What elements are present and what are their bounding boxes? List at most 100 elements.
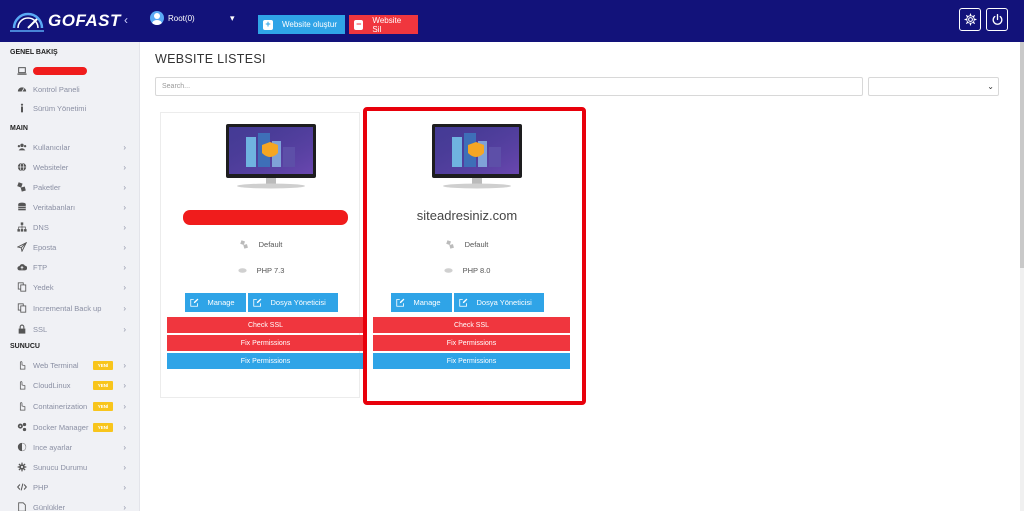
- code-icon: [16, 482, 27, 493]
- website-card: Default PHP 7.3 Manage Dosya Yöneticisi …: [160, 112, 364, 398]
- package-info: Default: [161, 240, 361, 249]
- user-menu-caret-icon[interactable]: ▾: [230, 13, 235, 24]
- sidebar-item-web-terminal[interactable]: Web Terminal YENİ ›: [16, 357, 126, 373]
- sidebar-item-cloudlinux[interactable]: CloudLinux YENİ ›: [16, 377, 126, 393]
- sidebar-item-label: Websiteler: [33, 162, 69, 172]
- database-icon: [16, 202, 27, 213]
- sidebar-item-kontrol-paneli[interactable]: Kontrol Paneli: [16, 81, 126, 97]
- sidebar-item-kullanicilar[interactable]: Kullanıcılar ›: [16, 139, 126, 155]
- sidebar-item-label: Eposta: [33, 242, 57, 252]
- sidebar-item-php[interactable]: PHP ›: [16, 479, 126, 495]
- user-menu[interactable]: Root(0): [150, 11, 195, 25]
- gear-icon: [963, 13, 977, 26]
- top-navbar: GOFAST ‹ Root(0) ▾ + Website oluştur − W…: [0, 0, 1024, 42]
- chevron-right-icon: ›: [123, 462, 126, 472]
- globe-icon: [16, 162, 27, 173]
- fix-permissions-button[interactable]: Fix Permissions: [167, 353, 364, 369]
- logout-button[interactable]: [986, 8, 1008, 31]
- users-icon: [16, 142, 27, 153]
- dashboard-icon: [16, 84, 27, 95]
- check-ssl-button[interactable]: Check SSL: [167, 317, 364, 333]
- chevron-right-icon: ›: [123, 502, 126, 511]
- sidebar-item-account[interactable]: [16, 63, 126, 79]
- pointer-icon: [16, 401, 27, 412]
- brand-name: GOFAST: [48, 11, 121, 30]
- sidebar-item-containerization[interactable]: Containerization YENİ ›: [16, 398, 126, 414]
- sidebar-item-paketler[interactable]: Paketler ›: [16, 179, 126, 195]
- settings-button[interactable]: [959, 8, 981, 31]
- chevron-right-icon: ›: [123, 380, 126, 390]
- user-name: Root(0): [168, 13, 195, 23]
- new-badge: YENİ: [93, 360, 113, 370]
- sidebar-item-label: Docker Manager: [33, 422, 89, 432]
- sidebar-item-label: Containerization: [33, 401, 88, 411]
- lock-icon: [16, 324, 27, 335]
- filter-select[interactable]: ⌄: [868, 77, 999, 96]
- file-manager-button[interactable]: Dosya Yöneticisi: [247, 293, 338, 312]
- chevron-right-icon: ›: [123, 162, 126, 172]
- php-info: PHP 7.3: [161, 266, 361, 275]
- chevron-right-icon: ›: [123, 222, 126, 232]
- sidebar-item-ftp[interactable]: FTP ›: [16, 259, 126, 275]
- sidebar-item-label: Web Terminal: [33, 360, 79, 370]
- delete-website-button[interactable]: − Website Sil: [349, 15, 418, 34]
- sidebar-item-label: Incremental Back up: [33, 303, 102, 313]
- cog-icon: [16, 462, 27, 473]
- adjust-icon: [16, 442, 27, 453]
- chevron-right-icon: ›: [123, 324, 126, 334]
- sidebar-item-dns[interactable]: DNS ›: [16, 219, 126, 235]
- copy-icon: [16, 282, 27, 293]
- plus-square-icon: +: [263, 19, 273, 30]
- page-scrollbar-thumb[interactable]: [1020, 42, 1024, 268]
- chevron-right-icon: ›: [123, 262, 126, 272]
- create-website-button[interactable]: + Website oluştur: [258, 15, 345, 34]
- sidebar-item-yedek[interactable]: Yedek ›: [16, 279, 126, 295]
- sidebar-item-websiteler[interactable]: Websiteler ›: [16, 159, 126, 175]
- sidebar-item-label: Kontrol Paneli: [33, 84, 80, 94]
- info-icon: [16, 103, 27, 114]
- main-content: WEBSITE LISTESI Search... ⌄ Default PHP …: [140, 42, 1020, 511]
- chevron-right-icon: ›: [123, 282, 126, 292]
- fix-permissions-button[interactable]: Fix Permissions: [167, 335, 364, 351]
- sidebar-item-label: DNS: [33, 222, 49, 232]
- chevron-right-icon: ›: [123, 442, 126, 452]
- brand-logo[interactable]: GOFAST: [10, 9, 128, 33]
- sidebar-collapse-button[interactable]: ‹: [124, 13, 128, 27]
- search-input[interactable]: Search...: [155, 77, 863, 96]
- monitor-illustration-icon: [226, 124, 316, 189]
- sidebar-item-label: Veritabanları: [33, 202, 76, 212]
- file-manager-label: Dosya Yöneticisi: [270, 298, 326, 307]
- power-icon: [992, 13, 1002, 25]
- sidebar-item-label: Sürüm Yönetimi: [33, 103, 87, 113]
- pointer-icon: [16, 360, 27, 371]
- sidebar-item-sunucu-durumu[interactable]: Sunucu Durumu ›: [16, 459, 126, 475]
- chevron-right-icon: ›: [123, 202, 126, 212]
- speedometer-logo-icon: [10, 12, 44, 32]
- chevron-right-icon: ›: [123, 401, 126, 411]
- cogs-icon: [16, 422, 27, 433]
- sidebar-item-label: Ince ayarlar: [33, 442, 73, 452]
- manage-button[interactable]: Manage: [184, 293, 246, 312]
- chevron-right-icon: ›: [123, 422, 126, 432]
- sidebar-item-label: PHP: [33, 482, 49, 492]
- highlight-annotation-frame: [363, 107, 586, 405]
- sidebar-item-ssl[interactable]: SSL ›: [16, 321, 126, 337]
- cloud-upload-icon: [16, 262, 27, 273]
- sidebar-item-label: Paketler: [33, 182, 61, 192]
- sidebar-item-label: Kullanıcılar: [33, 142, 71, 152]
- sidebar-item-label: Sunucu Durumu: [33, 462, 88, 472]
- sidebar-item-docker-manager[interactable]: Docker Manager YENİ ›: [16, 419, 126, 435]
- paper-plane-icon: [16, 242, 27, 253]
- section-main: MAIN: [10, 125, 28, 132]
- redacted-username: [33, 67, 87, 75]
- user-avatar-icon: [150, 11, 164, 25]
- sidebar-item-gunlukler[interactable]: Günlükler ›: [16, 499, 126, 511]
- sidebar-item-eposta[interactable]: Eposta ›: [16, 239, 126, 255]
- sidebar-item-ince-ayarlar[interactable]: Ince ayarlar ›: [16, 439, 126, 455]
- sidebar-item-label: SSL: [33, 324, 48, 334]
- chevron-right-icon: ›: [123, 360, 126, 370]
- sidebar-item-incremental-backup[interactable]: Incremental Back up ›: [16, 300, 126, 316]
- sidebar-item-veritabanlari[interactable]: Veritabanları ›: [16, 199, 126, 215]
- page-title: WEBSITE LISTESI: [155, 52, 266, 66]
- sidebar-item-surum-yonetimi[interactable]: Sürüm Yönetimi: [16, 100, 126, 116]
